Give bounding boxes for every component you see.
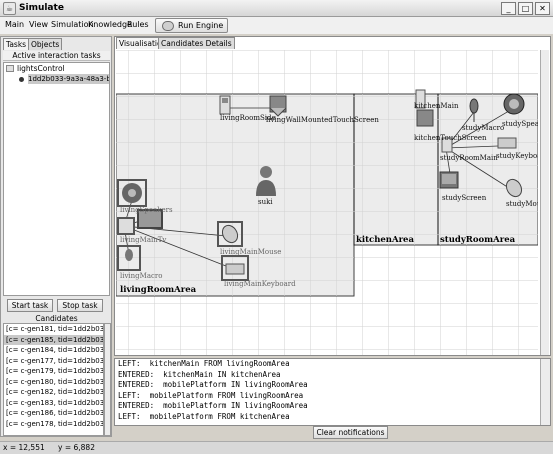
log-scrollbar[interactable]	[540, 359, 550, 425]
candidate-item[interactable]: [c= c-gen178, tid=1dd2b033-9a3	[4, 419, 103, 430]
label-study-keyboard: studyKeyboard	[496, 152, 538, 160]
candidate-item[interactable]: [c= c-gen184, tid=1dd2b033-9a3	[4, 345, 103, 356]
kitchen-touchscreen-icon[interactable]	[416, 109, 434, 127]
notification-log: LEFT: kitchenMain FROM livingRoomArea ENT…	[114, 358, 551, 426]
label-study-screen: studyScreen	[442, 194, 487, 202]
study-speaker-icon[interactable]	[503, 93, 525, 115]
visualisation-scrollbar[interactable]	[540, 50, 549, 355]
log-line: LEFT: kitchenMain FROM livingRoomArea	[118, 359, 290, 368]
menu-rules[interactable]: Rules	[127, 20, 149, 29]
study-screen-icon[interactable]	[439, 171, 459, 189]
label-study-mouse: studyMouse	[506, 200, 538, 208]
menu-view[interactable]: View	[29, 20, 48, 29]
candidate-item[interactable]: [c= c-gen186, tid=1dd2b033-9a3	[4, 408, 103, 419]
study-room-area-label: studyRoomArea	[440, 235, 516, 245]
close-button[interactable]: ✕	[535, 2, 550, 15]
left-panel: Tasks Objects Active interaction tasks l…	[0, 36, 112, 437]
app-icon: ☕	[3, 2, 16, 15]
label-living-speakers: livingSpeakers	[120, 206, 173, 214]
candidate-item[interactable]: [c= c-gen179, tid=1dd2b033-9a3	[4, 366, 103, 377]
label-living-main-mouse: livingMainMouse	[220, 248, 281, 256]
label-kitchen-main: kitchenMain	[414, 102, 459, 110]
folder-icon	[6, 65, 14, 72]
x-coordinate: x = 12,551	[3, 443, 45, 452]
log-line: LEFT: mobilePlatform FROM kitchenArea	[118, 411, 290, 421]
task-tree[interactable]: lightsControl 1dd2b033-9a3a-48a3-bb5	[3, 62, 110, 296]
menu-bar: Main View Simulation Knowledge Rules	[0, 17, 553, 34]
tab-candidates-details[interactable]: Candidates Details	[158, 37, 235, 49]
tree-root-label[interactable]: lightsControl	[17, 64, 65, 73]
y-coordinate: y = 6,882	[58, 443, 95, 452]
living-room-area-label: livingRoomArea	[120, 285, 197, 295]
label-kitchen-touchscreen: kitchenTouchScreen	[414, 134, 487, 142]
log-line: LEFT: mobilePlatform FROM livingRoomArea	[118, 390, 304, 400]
tree-task-item[interactable]: 1dd2b033-9a3a-48a3-bb5	[28, 74, 109, 84]
menu-main[interactable]: Main	[5, 20, 24, 29]
title-bar: ☕ Simulate _ □ ✕	[0, 0, 553, 17]
candidates-header: Candidates	[35, 314, 78, 323]
stop-task-button[interactable]: Stop task	[57, 299, 103, 312]
label-living-main-tv: livingMainTv	[120, 236, 166, 244]
label-study-room-main: studyRoomMain	[440, 154, 498, 162]
candidate-item[interactable]: [c= c-gen177, tid=1dd2b033-9a3	[4, 356, 103, 367]
candidate-item[interactable]: [c= c-gen180, tid=1dd2b033-9a3	[4, 377, 103, 388]
candidate-item[interactable]: [c= c-gen183, tid=1dd2b033-9a3	[4, 398, 103, 409]
minimize-button[interactable]: _	[501, 2, 516, 15]
log-line: ENTERED: kitchenMain IN kitchenArea	[118, 369, 281, 379]
log-line: ENTERED: mobilePlatform IN livingRoomAre…	[118, 401, 308, 410]
map-svg: livingRoomSide livingWallMountedTouchScr…	[116, 50, 538, 355]
engine-icon	[162, 21, 174, 31]
bullet-icon	[19, 77, 24, 82]
tab-tasks[interactable]: Tasks	[3, 38, 30, 50]
label-study-speaker: studySpeaker	[502, 120, 538, 128]
run-engine-button[interactable]: Run Engine	[155, 18, 228, 33]
candidate-item[interactable]: [c= c-gen181, tid=1dd2b033-9a3	[4, 324, 103, 335]
maximize-button[interactable]: □	[518, 2, 533, 15]
candidates-scrollbar[interactable]	[104, 323, 111, 436]
status-bar: x = 12,551 y = 6,882	[0, 441, 553, 454]
candidate-item[interactable]: [c= c-gen182, tid=1dd2b033-9a3	[4, 387, 103, 398]
log-line: ENTERED: mobilePlatform IN livingRoomAre…	[118, 380, 308, 389]
label-living-wall-touchscreen: livingWallMountedTouchScreen	[266, 116, 379, 124]
kitchen-area-label: kitchenArea	[356, 235, 414, 245]
candidates-list[interactable]: [c= c-gen181, tid=1dd2b033-9a3[c= c-gen1…	[3, 323, 104, 436]
living-room-side-icon[interactable]	[219, 95, 231, 115]
window-title: Simulate	[19, 3, 64, 13]
clear-notifications-button[interactable]: Clear notifications	[313, 426, 388, 439]
map-canvas[interactable]: livingRoomSide livingWallMountedTouchScr…	[116, 50, 538, 355]
label-suki: suki	[258, 198, 273, 206]
active-tasks-header: Active interaction tasks	[3, 51, 110, 61]
tab-objects[interactable]: Objects	[28, 38, 63, 50]
label-study-macro: studyMacro	[462, 124, 504, 132]
label-living-main-keyboard: livingMainKeyboard	[224, 280, 296, 288]
menu-knowledge[interactable]: Knowledge	[88, 20, 132, 29]
candidate-item[interactable]: [c= c-gen185, tid=1dd2b033-9a3	[4, 334, 103, 345]
label-living-macro: livingMacro	[120, 272, 162, 280]
study-keyboard-icon[interactable]	[497, 137, 517, 149]
start-task-button[interactable]: Start task	[7, 299, 53, 312]
run-engine-label: Run Engine	[178, 21, 224, 30]
